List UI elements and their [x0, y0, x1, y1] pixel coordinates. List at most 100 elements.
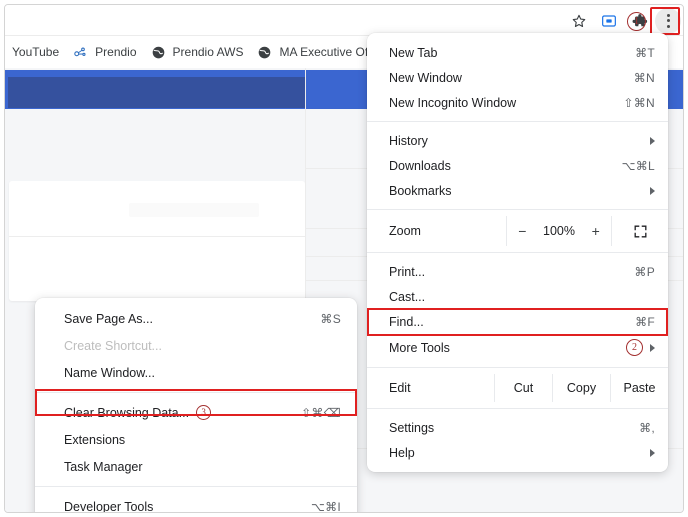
- zoom-controls: − 100% +: [506, 216, 612, 246]
- submenu-item-task-manager[interactable]: Task Manager: [35, 453, 357, 480]
- fullscreen-icon: [633, 224, 648, 239]
- submenu-item-shortcut: ⌘S: [320, 311, 341, 326]
- menu-item-label: Downloads: [389, 158, 451, 173]
- menu-item-label: History: [389, 133, 428, 148]
- submenu-item-name-window[interactable]: Name Window...: [35, 359, 357, 386]
- menu-separator: [367, 367, 668, 368]
- menu-item-label: New Tab: [389, 45, 438, 60]
- submenu-item-shortcut: ⌥⌘I: [310, 499, 341, 513]
- menu-item-new-incognito-window[interactable]: New Incognito Window ⇧⌘N: [367, 90, 668, 115]
- menu-row-zoom: Zoom − 100% +: [367, 216, 668, 246]
- chevron-right-icon: [650, 186, 655, 195]
- submenu-item-clear-browsing-data[interactable]: Clear Browsing Data... 3 ⇧⌘⌫: [35, 399, 357, 426]
- submenu-item-save-page-as[interactable]: Save Page As... ⌘S: [35, 305, 357, 332]
- bookmark-star-button[interactable]: [565, 7, 593, 35]
- submenu-item-label: Extensions: [64, 432, 126, 447]
- globe-icon: [257, 45, 272, 60]
- zoom-label: Zoom: [389, 224, 421, 238]
- submenu-item-label: Developer Tools: [64, 499, 154, 513]
- page-ghost-text: [129, 203, 259, 217]
- page-header-inner-bar: [8, 77, 305, 108]
- menu-item-label: More Tools: [389, 340, 450, 355]
- browser-screenshot: 1 YouTube Prendio Prendio AWS MA Executi…: [0, 0, 688, 517]
- browser-window: 1 YouTube Prendio Prendio AWS MA Executi…: [4, 4, 684, 513]
- submenu-item-shortcut: ⇧⌘⌫: [301, 405, 341, 420]
- menu-item-shortcut: ⌘,: [639, 420, 655, 435]
- toolbar-action-group: [565, 5, 681, 36]
- bookmark-item-prendio[interactable]: Prendio: [66, 42, 143, 63]
- step-badge-3: 3: [196, 405, 212, 420]
- menu-item-label: Cast...: [389, 289, 426, 304]
- edit-label: Edit: [389, 381, 411, 395]
- edit-copy-button[interactable]: Copy: [552, 374, 610, 402]
- fullscreen-button[interactable]: [612, 216, 668, 246]
- bookmark-label: Prendio AWS: [172, 45, 244, 59]
- menu-item-label: Help: [389, 445, 415, 460]
- chrome-menu-button[interactable]: [655, 7, 681, 34]
- bookmark-item-prendio-aws[interactable]: Prendio AWS: [144, 42, 251, 63]
- submenu-item-label: Save Page As...: [64, 311, 153, 326]
- menu-item-shortcut: ⌘T: [635, 45, 655, 60]
- menu-item-settings[interactable]: Settings ⌘,: [367, 415, 668, 440]
- page-card: [9, 181, 305, 301]
- submenu-item-label: Task Manager: [64, 459, 143, 474]
- youtube-icon: [4, 45, 5, 60]
- menu-item-help[interactable]: Help: [367, 440, 668, 465]
- media-cast-icon: [601, 13, 617, 29]
- three-dot-menu-icon: [666, 13, 670, 28]
- prendio-icon: [73, 45, 88, 60]
- menu-item-cast[interactable]: Cast...: [367, 284, 668, 309]
- menu-item-find[interactable]: Find... ⌘F: [367, 309, 668, 334]
- media-cast-button[interactable]: [595, 7, 623, 35]
- menu-separator: [367, 209, 668, 210]
- menu-item-shortcut: ⌘F: [635, 314, 655, 329]
- menu-item-print[interactable]: Print... ⌘P: [367, 259, 668, 284]
- menu-item-shortcut: ⇧⌘N: [623, 95, 655, 110]
- submenu-item-label: Create Shortcut...: [64, 338, 162, 353]
- menu-item-history[interactable]: History: [367, 128, 668, 153]
- chevron-right-icon: [650, 136, 655, 145]
- browser-toolbar: 1: [5, 5, 683, 36]
- chevron-right-icon: [650, 448, 655, 457]
- submenu-item-label: Name Window...: [64, 365, 156, 380]
- bookmark-label: Prendio: [95, 45, 137, 59]
- submenu-item-extensions[interactable]: Extensions: [35, 426, 357, 453]
- zoom-out-button[interactable]: −: [512, 223, 532, 239]
- chevron-right-icon: [650, 343, 655, 352]
- submenu-separator: [35, 486, 357, 487]
- menu-item-shortcut: ⌥⌘L: [621, 158, 655, 173]
- menu-item-shortcut: ⌘N: [633, 70, 655, 85]
- menu-item-label: New Incognito Window: [389, 95, 517, 110]
- menu-item-label: Print...: [389, 264, 426, 279]
- menu-item-label: New Window: [389, 70, 462, 85]
- menu-item-label: Settings: [389, 420, 435, 435]
- menu-item-downloads[interactable]: Downloads ⌥⌘L: [367, 153, 668, 178]
- menu-item-new-window[interactable]: New Window ⌘N: [367, 65, 668, 90]
- zoom-in-button[interactable]: +: [586, 223, 606, 239]
- submenu-item-label: Clear Browsing Data...: [64, 405, 190, 420]
- bookmark-star-icon: [571, 13, 587, 29]
- page-card-divider: [9, 236, 305, 237]
- edit-cut-button[interactable]: Cut: [494, 374, 552, 402]
- menu-item-new-tab[interactable]: New Tab ⌘T: [367, 40, 668, 65]
- submenu-separator: [35, 392, 357, 393]
- menu-item-bookmarks[interactable]: Bookmarks: [367, 178, 668, 203]
- menu-item-shortcut: ⌘P: [634, 264, 655, 279]
- edit-paste-button[interactable]: Paste: [610, 374, 668, 402]
- menu-item-more-tools[interactable]: More Tools 2: [367, 334, 668, 361]
- menu-item-label: Find...: [389, 314, 424, 329]
- step-badge-1: 1: [627, 12, 646, 31]
- bookmark-label: YouTube: [12, 45, 60, 59]
- menu-separator: [367, 252, 668, 253]
- submenu-item-create-shortcut: Create Shortcut...: [35, 332, 357, 359]
- menu-row-edit: Edit Cut Copy Paste: [367, 374, 668, 402]
- menu-item-label: Bookmarks: [389, 183, 452, 198]
- chrome-main-menu: New Tab ⌘T New Window ⌘N New Incognito W…: [367, 33, 668, 472]
- zoom-level-value: 100%: [543, 224, 575, 238]
- menu-separator: [367, 121, 668, 122]
- bookmark-item-youtube[interactable]: YouTube: [4, 42, 66, 63]
- globe-icon: [151, 45, 166, 60]
- step-badge-2: 2: [626, 339, 643, 356]
- menu-separator: [367, 408, 668, 409]
- submenu-item-developer-tools[interactable]: Developer Tools ⌥⌘I: [35, 493, 357, 513]
